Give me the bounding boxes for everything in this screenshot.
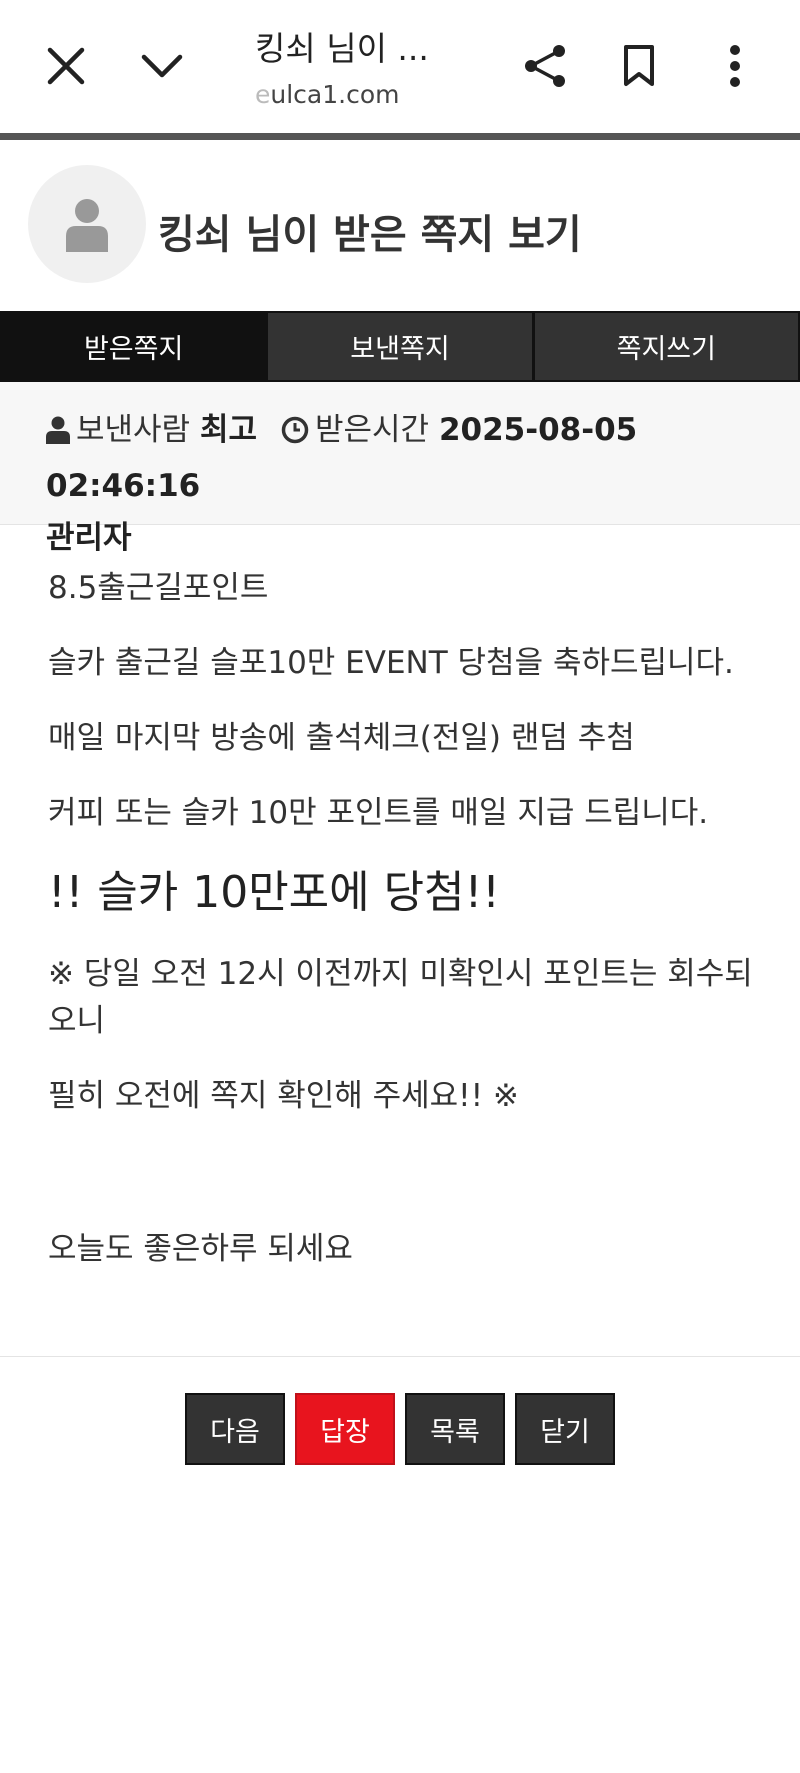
received-time-label: 받은시간: [315, 412, 430, 448]
browser-url[interactable]: eulca1.com: [255, 80, 400, 109]
message-line: 커피 또는 슬카 10만 포인트를 매일 지급 드립니다.: [48, 795, 709, 831]
browser-tab-title: 킹쇠 님이 ...: [255, 29, 429, 68]
sender-label: 보낸사람: [76, 412, 191, 448]
bookmark-icon[interactable]: [609, 36, 669, 96]
content-divider: [0, 1356, 800, 1357]
message-notice: 필히 오전에 쪽지 확인해 주세요!! ※: [48, 1078, 519, 1114]
list-button[interactable]: 목록: [405, 1393, 505, 1465]
browser-url-faded: e: [255, 80, 271, 109]
sender-value: 최고: [199, 412, 257, 448]
share-icon[interactable]: [515, 36, 575, 96]
sender-value-cont: 관리자: [46, 520, 132, 556]
close-button[interactable]: 닫기: [515, 1393, 615, 1465]
user-icon: [66, 199, 108, 252]
message-closing: 오늘도 좋은하루 되세요: [48, 1231, 353, 1267]
close-icon[interactable]: [36, 36, 96, 96]
message-body: 8.5출근길포인트 슬카 출근길 슬포10만 EVENT 당첨을 축하드립니다.…: [48, 565, 768, 1301]
chevron-down-icon[interactable]: [132, 36, 192, 96]
user-icon: [46, 408, 70, 460]
page-title: 킹쇠 님이 받은 쪽지 보기: [158, 212, 582, 258]
tab-received[interactable]: 받은쪽지: [2, 313, 266, 380]
message-line: 매일 마지막 방송에 출석체크(전일) 랜덤 추첨: [48, 720, 635, 756]
tab-sent[interactable]: 보낸쪽지: [265, 313, 532, 380]
page-header: 킹쇠 님이 받은 쪽지 보기: [0, 140, 800, 310]
tab-compose[interactable]: 쪽지쓰기: [531, 313, 798, 380]
clock-icon: [281, 408, 309, 460]
message-info: 보낸사람 최고 받은시간 2025-08-05 02:46:16 관리자: [0, 382, 800, 556]
message-notice: ※ 당일 오전 12시 이전까지 미확인시 포인트는 회수되오니: [48, 956, 753, 1039]
message-line: 슬카 출근길 슬포10만 EVENT 당첨을 축하드립니다.: [48, 645, 734, 681]
browser-url-text: ulca1.com: [270, 80, 400, 109]
browser-toolbar: 킹쇠 님이 ... eulca1.com: [0, 0, 800, 135]
avatar: [28, 165, 146, 283]
message-spacer: [48, 1148, 768, 1208]
message-tabs: 받은쪽지 보낸쪽지 쪽지쓰기: [0, 311, 800, 382]
reply-button[interactable]: 답장: [295, 1393, 395, 1465]
message-line: 8.5출근길포인트: [48, 570, 269, 606]
next-button[interactable]: 다음: [185, 1393, 285, 1465]
toolbar-divider: [0, 133, 800, 140]
action-buttons: 다음 답장 목록 닫기: [0, 1393, 800, 1465]
message-headline: !! 슬카 10만포에 당첨!!: [48, 867, 500, 918]
more-vertical-icon[interactable]: [705, 36, 765, 96]
